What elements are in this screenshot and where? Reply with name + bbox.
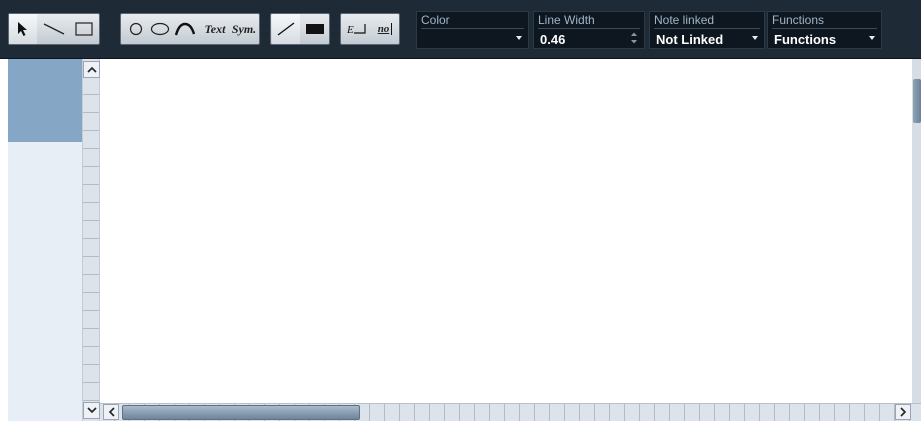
functions-rule [772, 28, 877, 29]
functions-field[interactable]: Functions Functions [767, 11, 882, 49]
basic-tools-group [8, 13, 100, 45]
pointer-tool-button[interactable] [9, 14, 37, 44]
diagonal-line-icon [43, 23, 65, 35]
ellipse-icon [150, 22, 170, 36]
functions-label: Functions [772, 13, 825, 27]
note-frame-letter: E [346, 24, 354, 36]
line-width-value: 0.46 [540, 32, 566, 47]
line-width-label: Line Width [538, 13, 595, 27]
chevron-left-icon [108, 407, 115, 417]
no-frame-button[interactable]: no [371, 14, 399, 44]
vertical-scrollbar[interactable] [912, 59, 921, 403]
arrow-pointer-icon [18, 22, 27, 36]
note-linked-label: Note linked [654, 13, 715, 27]
note-linked-value: Not Linked [656, 32, 724, 47]
score-canvas[interactable] [100, 59, 912, 403]
note-linked-field[interactable]: Note linked Not Linked [649, 11, 765, 49]
line-width-field[interactable]: Line Width 0.46 [533, 11, 645, 49]
horizontal-scrollbar[interactable] [100, 403, 921, 421]
symbol-tool-label: Sym. [231, 21, 257, 36]
slash-line-icon [277, 22, 295, 36]
text-frame-icon: E [346, 24, 366, 36]
filled-rectangle-icon [306, 24, 324, 34]
text-tool-label: Text [204, 21, 226, 36]
toolbar: Text Sym. E no Color Line Width 0.46 Not… [0, 0, 921, 59]
arc-tool-button[interactable] [173, 14, 197, 44]
text-tool-button[interactable]: Text [201, 14, 229, 44]
scroll-down-button[interactable] [83, 402, 100, 419]
line-style-button[interactable] [272, 14, 300, 44]
symbol-tool-button[interactable]: Sym. [229, 14, 259, 44]
chevron-right-icon [899, 407, 906, 417]
circle-tool-button[interactable] [125, 14, 147, 44]
chevron-up-icon [86, 66, 97, 73]
chevron-down-icon [86, 407, 97, 414]
fill-style-button[interactable] [301, 14, 329, 44]
frame-group: E no [340, 13, 400, 45]
ellipse-tool-button[interactable] [148, 14, 172, 44]
scroll-up-button[interactable] [83, 61, 100, 78]
note-linked-rule [654, 28, 760, 29]
horizontal-scroll-thumb[interactable] [122, 405, 360, 420]
scroll-left-button[interactable] [103, 404, 119, 420]
shape-tools-group: Text Sym. [120, 13, 260, 45]
rectangle-outline-icon [75, 22, 93, 36]
color-label: Color [421, 13, 450, 27]
arc-icon [175, 22, 195, 36]
rectangle-tool-button[interactable] [69, 14, 99, 44]
note-frame-button[interactable]: E [342, 14, 370, 44]
circle-icon [129, 22, 143, 36]
chevron-down-icon [869, 36, 875, 40]
functions-value: Functions [774, 32, 837, 47]
chevron-down-icon [516, 36, 522, 40]
color-field[interactable]: Color [416, 11, 529, 49]
no-frame-label: no [378, 23, 393, 35]
color-rule [421, 28, 524, 29]
staff-list-panel[interactable] [8, 59, 82, 421]
chevron-down-icon [752, 36, 758, 40]
line-width-rule [538, 28, 640, 29]
vertical-ruler[interactable] [82, 59, 100, 421]
vertical-scroll-thumb[interactable] [913, 79, 921, 123]
selected-staff-row[interactable] [8, 59, 82, 142]
spin-arrows-icon[interactable] [630, 31, 638, 45]
scroll-right-button[interactable] [895, 404, 911, 420]
line-tool-button[interactable] [39, 14, 69, 44]
style-group [270, 13, 330, 45]
